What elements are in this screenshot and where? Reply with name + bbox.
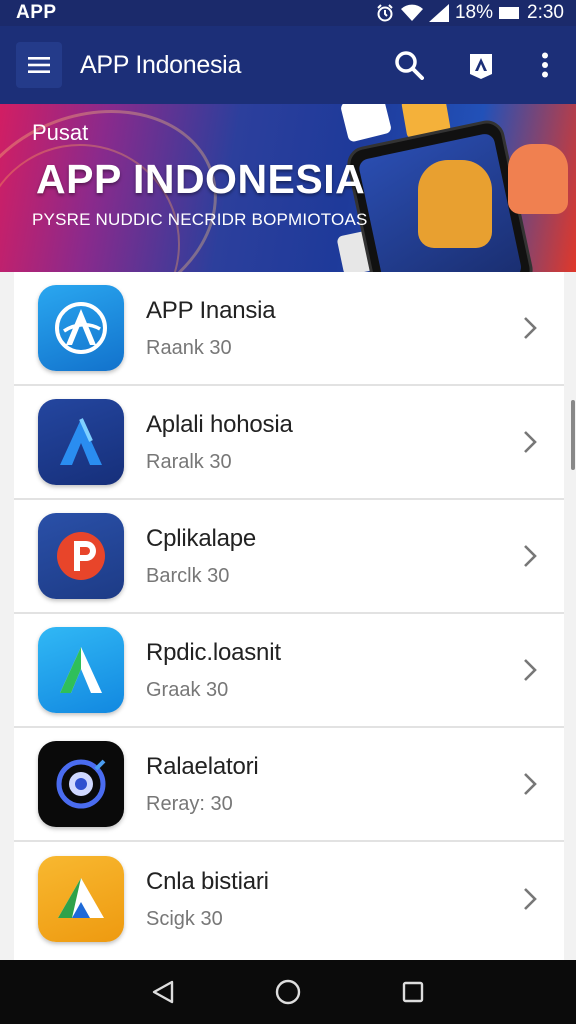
- app-name: Rpdic.loasnit: [146, 638, 281, 666]
- signal-icon: [428, 4, 449, 22]
- app-toolbar: APP Indonesia: [0, 26, 576, 104]
- app-name: Aplali hohosia: [146, 410, 293, 438]
- promo-banner[interactable]: Pusat APP INDONESIA PYSRE NUDDIC NECRIDR…: [0, 104, 576, 272]
- banner-robot-mascot: [418, 160, 492, 248]
- list-item[interactable]: Ralaelatori Reray: 30: [14, 728, 564, 842]
- app-rank: Scigk 30: [146, 907, 223, 930]
- recents-icon: [403, 981, 424, 1003]
- recents-button[interactable]: [383, 962, 443, 1022]
- app-name: Ralaelatori: [146, 752, 259, 780]
- back-button[interactable]: [133, 962, 193, 1022]
- app-store-icon: [470, 54, 492, 79]
- status-app-label: APP: [16, 2, 57, 23]
- alarm-icon: [375, 3, 395, 23]
- status-bar: APP 18% 2:30: [0, 0, 576, 26]
- chevron-right-icon: [510, 430, 550, 454]
- list-item[interactable]: Aplali hohosia Raralk 30: [14, 386, 564, 500]
- chevron-right-icon: [510, 887, 550, 911]
- chevron-right-icon: [510, 658, 550, 682]
- letter-a-logo-icon: [38, 399, 124, 485]
- orbit-logo-icon: [38, 741, 124, 827]
- letter-a-green-logo-icon: [38, 627, 124, 713]
- search-icon: [395, 51, 424, 80]
- app-store-button[interactable]: [458, 42, 504, 88]
- app-rank: Raank 30: [146, 336, 232, 359]
- status-time: 2:30: [527, 2, 564, 23]
- back-icon: [152, 980, 173, 1004]
- scrollbar[interactable]: [571, 400, 575, 470]
- banner-app-tile: [339, 104, 393, 143]
- app-rank: Barclk 30: [146, 564, 230, 587]
- banner-robot-mascot: [508, 144, 568, 214]
- battery-icon: [499, 6, 521, 20]
- chevron-right-icon: [510, 544, 550, 568]
- system-nav-bar: [0, 960, 576, 1024]
- banner-kicker: Pusat: [32, 120, 89, 145]
- menu-button[interactable]: [16, 42, 62, 88]
- search-button[interactable]: [386, 42, 432, 88]
- list-item[interactable]: Cplikalape Barclk 30: [14, 500, 564, 614]
- menu-icon: [28, 57, 50, 73]
- list-item[interactable]: Cnla bistiari Scigk 30: [14, 842, 564, 956]
- app-rank: Raralk 30: [146, 450, 232, 473]
- chevron-right-icon: [510, 316, 550, 340]
- battery-percent: 18%: [454, 2, 494, 23]
- app-name: Cnla bistiari: [146, 867, 269, 895]
- app-rank: Reray: 30: [146, 792, 233, 815]
- app-name: Cplikalape: [146, 524, 257, 552]
- wifi-icon: [400, 4, 423, 22]
- chevron-right-icon: [510, 772, 550, 796]
- app-inansia-logo-icon: [38, 285, 124, 371]
- app-list: APP Inansia Raank 30 Aplali hohosia Rara…: [14, 272, 564, 960]
- banner-headline: APP INDONESIA: [36, 156, 366, 202]
- list-item[interactable]: APP Inansia Raank 30: [14, 272, 564, 386]
- list-item[interactable]: Rpdic.loasnit Graak 30: [14, 614, 564, 728]
- more-vert-icon: [542, 52, 548, 78]
- more-options-button[interactable]: [530, 42, 560, 88]
- page-title: APP Indonesia: [80, 50, 242, 79]
- triangle-logo-icon: [38, 856, 124, 942]
- home-icon: [275, 979, 301, 1005]
- status-indicators: 18% 2:30: [375, 2, 564, 24]
- app-rank: Graak 30: [146, 678, 229, 701]
- letter-p-logo-icon: [38, 513, 124, 599]
- app-name: APP Inansia: [146, 296, 276, 324]
- banner-subline: PYSRE NUDDIC NECRIDR BOPMIOTOAS: [32, 210, 368, 229]
- home-button[interactable]: [258, 962, 318, 1022]
